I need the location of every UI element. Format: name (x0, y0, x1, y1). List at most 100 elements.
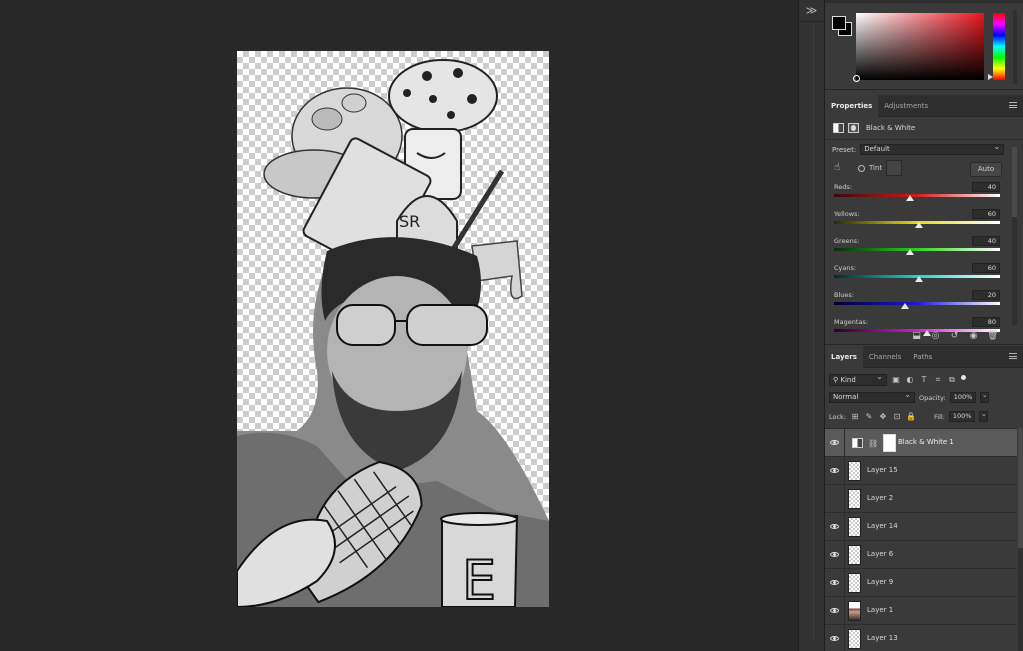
slider-value-field[interactable]: 20 (972, 290, 1000, 300)
canvas-workspace[interactable]: SR E (0, 0, 798, 651)
visibility-toggle[interactable] (825, 569, 845, 596)
layer-thumbnail[interactable] (848, 517, 861, 537)
slider-value-field[interactable]: 60 (972, 209, 1000, 219)
document-canvas[interactable]: SR E (237, 51, 549, 607)
layers-scrollbar-thumb[interactable] (1018, 428, 1023, 548)
layer-thumbnail[interactable] (848, 573, 861, 593)
slider-thumb[interactable] (906, 195, 915, 201)
visibility-toggle[interactable] (825, 513, 845, 540)
opacity-dropdown[interactable]: ⌄ (980, 392, 990, 403)
layer-name[interactable]: Layer 14 (867, 513, 898, 540)
filter-shape-icon[interactable]: ⌗ (933, 375, 943, 385)
slider-thumb[interactable] (914, 222, 923, 228)
slider-thumb[interactable] (914, 276, 923, 282)
trash-icon[interactable]: 🗑 (987, 331, 998, 342)
fill-dropdown[interactable]: ⌄ (979, 411, 989, 422)
slider-track[interactable] (834, 302, 1000, 305)
filter-pixel-icon[interactable]: ▣ (891, 375, 901, 385)
slider-thumb[interactable] (901, 303, 910, 309)
filter-smart-object-icon[interactable]: ⧉ (947, 375, 957, 385)
slider-track[interactable] (834, 248, 1000, 251)
filter-kind-dropdown[interactable]: ⚲ Kind (829, 372, 887, 386)
clip-to-layer-icon[interactable]: ⬓ (911, 331, 922, 342)
filter-adjustment-icon[interactable]: ◐ (905, 375, 915, 385)
layers-scrollbar[interactable] (1018, 428, 1023, 651)
tab-channels[interactable]: Channels (863, 346, 907, 368)
color-panel-scrollbar[interactable] (1013, 10, 1017, 84)
layer-row[interactable]: Layer 2 (825, 485, 1017, 513)
visibility-toggle[interactable] (825, 597, 845, 624)
lock-image-icon[interactable]: ✎ (864, 412, 874, 422)
properties-scrollbar[interactable] (1012, 147, 1017, 325)
visibility-toggle[interactable] (825, 429, 845, 456)
visibility-toggle[interactable] (825, 541, 845, 568)
tint-checkbox[interactable] (858, 165, 865, 172)
tab-layers[interactable]: Layers (825, 346, 863, 368)
slider-thumb[interactable] (906, 249, 915, 255)
layer-row[interactable]: Layer 15 (825, 457, 1017, 485)
color-picker-field[interactable] (853, 13, 984, 82)
layer-name[interactable]: Layer 13 (867, 625, 898, 651)
layer-name[interactable]: Layer 1 (867, 597, 893, 624)
layer-row[interactable]: ⛓ Black & White 1 (825, 429, 1017, 457)
visibility-toggle-icon[interactable]: ◉ (968, 331, 979, 342)
adjustment-layer-icons: ⛓ (852, 434, 897, 452)
visibility-toggle[interactable] (825, 457, 845, 484)
properties-tabbar: Properties Adjustments (825, 95, 1023, 117)
fill-field[interactable]: 100% (948, 411, 976, 422)
slider-value-field[interactable]: 40 (972, 182, 1000, 192)
reset-icon[interactable]: ↺ (949, 331, 960, 342)
lock-all-icon[interactable]: 🔒 (906, 412, 916, 422)
panel-menu-icon[interactable] (1009, 353, 1017, 359)
tab-properties[interactable]: Properties (825, 95, 879, 117)
layer-row[interactable]: Layer 14 (825, 513, 1017, 541)
layer-mask-icon[interactable] (848, 123, 859, 133)
view-previous-state-icon[interactable]: ◎ (930, 331, 941, 342)
filter-type-icon[interactable]: T (919, 375, 929, 385)
layer-thumbnail[interactable] (848, 489, 861, 509)
layer-row[interactable]: Layer 1 (825, 597, 1017, 625)
layer-mask-thumbnail[interactable] (883, 434, 897, 452)
layer-name[interactable]: Layer 9 (867, 569, 893, 596)
black-white-adjustment-icon[interactable] (833, 123, 844, 133)
properties-scrollbar-thumb[interactable] (1012, 147, 1017, 217)
layer-row[interactable]: Layer 6 (825, 541, 1017, 569)
layer-row[interactable]: Layer 9 (825, 569, 1017, 597)
slider-value-field[interactable]: 80 (972, 317, 1000, 327)
hue-slider-marker[interactable] (988, 74, 993, 80)
lock-transparent-icon[interactable]: ⊞ (850, 412, 860, 422)
layer-name[interactable]: Layer 6 (867, 541, 893, 568)
layer-thumbnail[interactable] (848, 601, 861, 621)
visibility-toggle[interactable] (825, 625, 845, 651)
tab-paths[interactable]: Paths (907, 346, 938, 368)
auto-button[interactable]: Auto (970, 162, 1002, 177)
slider-track[interactable] (834, 194, 1000, 197)
layer-thumbnail[interactable] (848, 545, 861, 565)
lock-position-icon[interactable]: ✥ (878, 412, 888, 422)
slider-value-field[interactable]: 60 (972, 263, 1000, 273)
link-icon[interactable]: ⛓ (868, 439, 878, 448)
panel-collapse-icon[interactable]: ≫ (799, 0, 824, 22)
foreground-color-swatch[interactable] (832, 16, 846, 30)
tab-adjustments[interactable]: Adjustments (878, 95, 934, 117)
layer-row[interactable]: Layer 13 (825, 625, 1017, 651)
black-white-adjustment-icon[interactable] (852, 438, 863, 448)
opacity-field[interactable]: 100% (949, 392, 977, 403)
layer-thumbnail[interactable] (848, 629, 861, 649)
lock-artboard-icon[interactable]: ⊡ (892, 412, 902, 422)
layer-name[interactable]: Layer 2 (867, 485, 893, 512)
slider-value-field[interactable]: 40 (972, 236, 1000, 246)
layer-name[interactable]: Black & White 1 (898, 429, 954, 456)
preset-dropdown[interactable]: Default (860, 142, 1005, 155)
layer-name[interactable]: Layer 15 (867, 457, 898, 484)
targeted-adjustment-hand-icon[interactable]: ☝ (834, 162, 846, 174)
filter-toggle[interactable] (961, 375, 966, 380)
color-picker-marker[interactable] (853, 75, 860, 82)
slider-row: Cyans: 60 (834, 263, 1000, 289)
hue-slider[interactable] (993, 13, 1005, 80)
tint-color-swatch[interactable] (886, 160, 902, 176)
blend-mode-dropdown[interactable]: Normal (829, 390, 915, 403)
visibility-toggle[interactable] (825, 485, 845, 512)
layer-thumbnail[interactable] (848, 461, 861, 481)
panel-menu-icon[interactable] (1009, 102, 1017, 108)
